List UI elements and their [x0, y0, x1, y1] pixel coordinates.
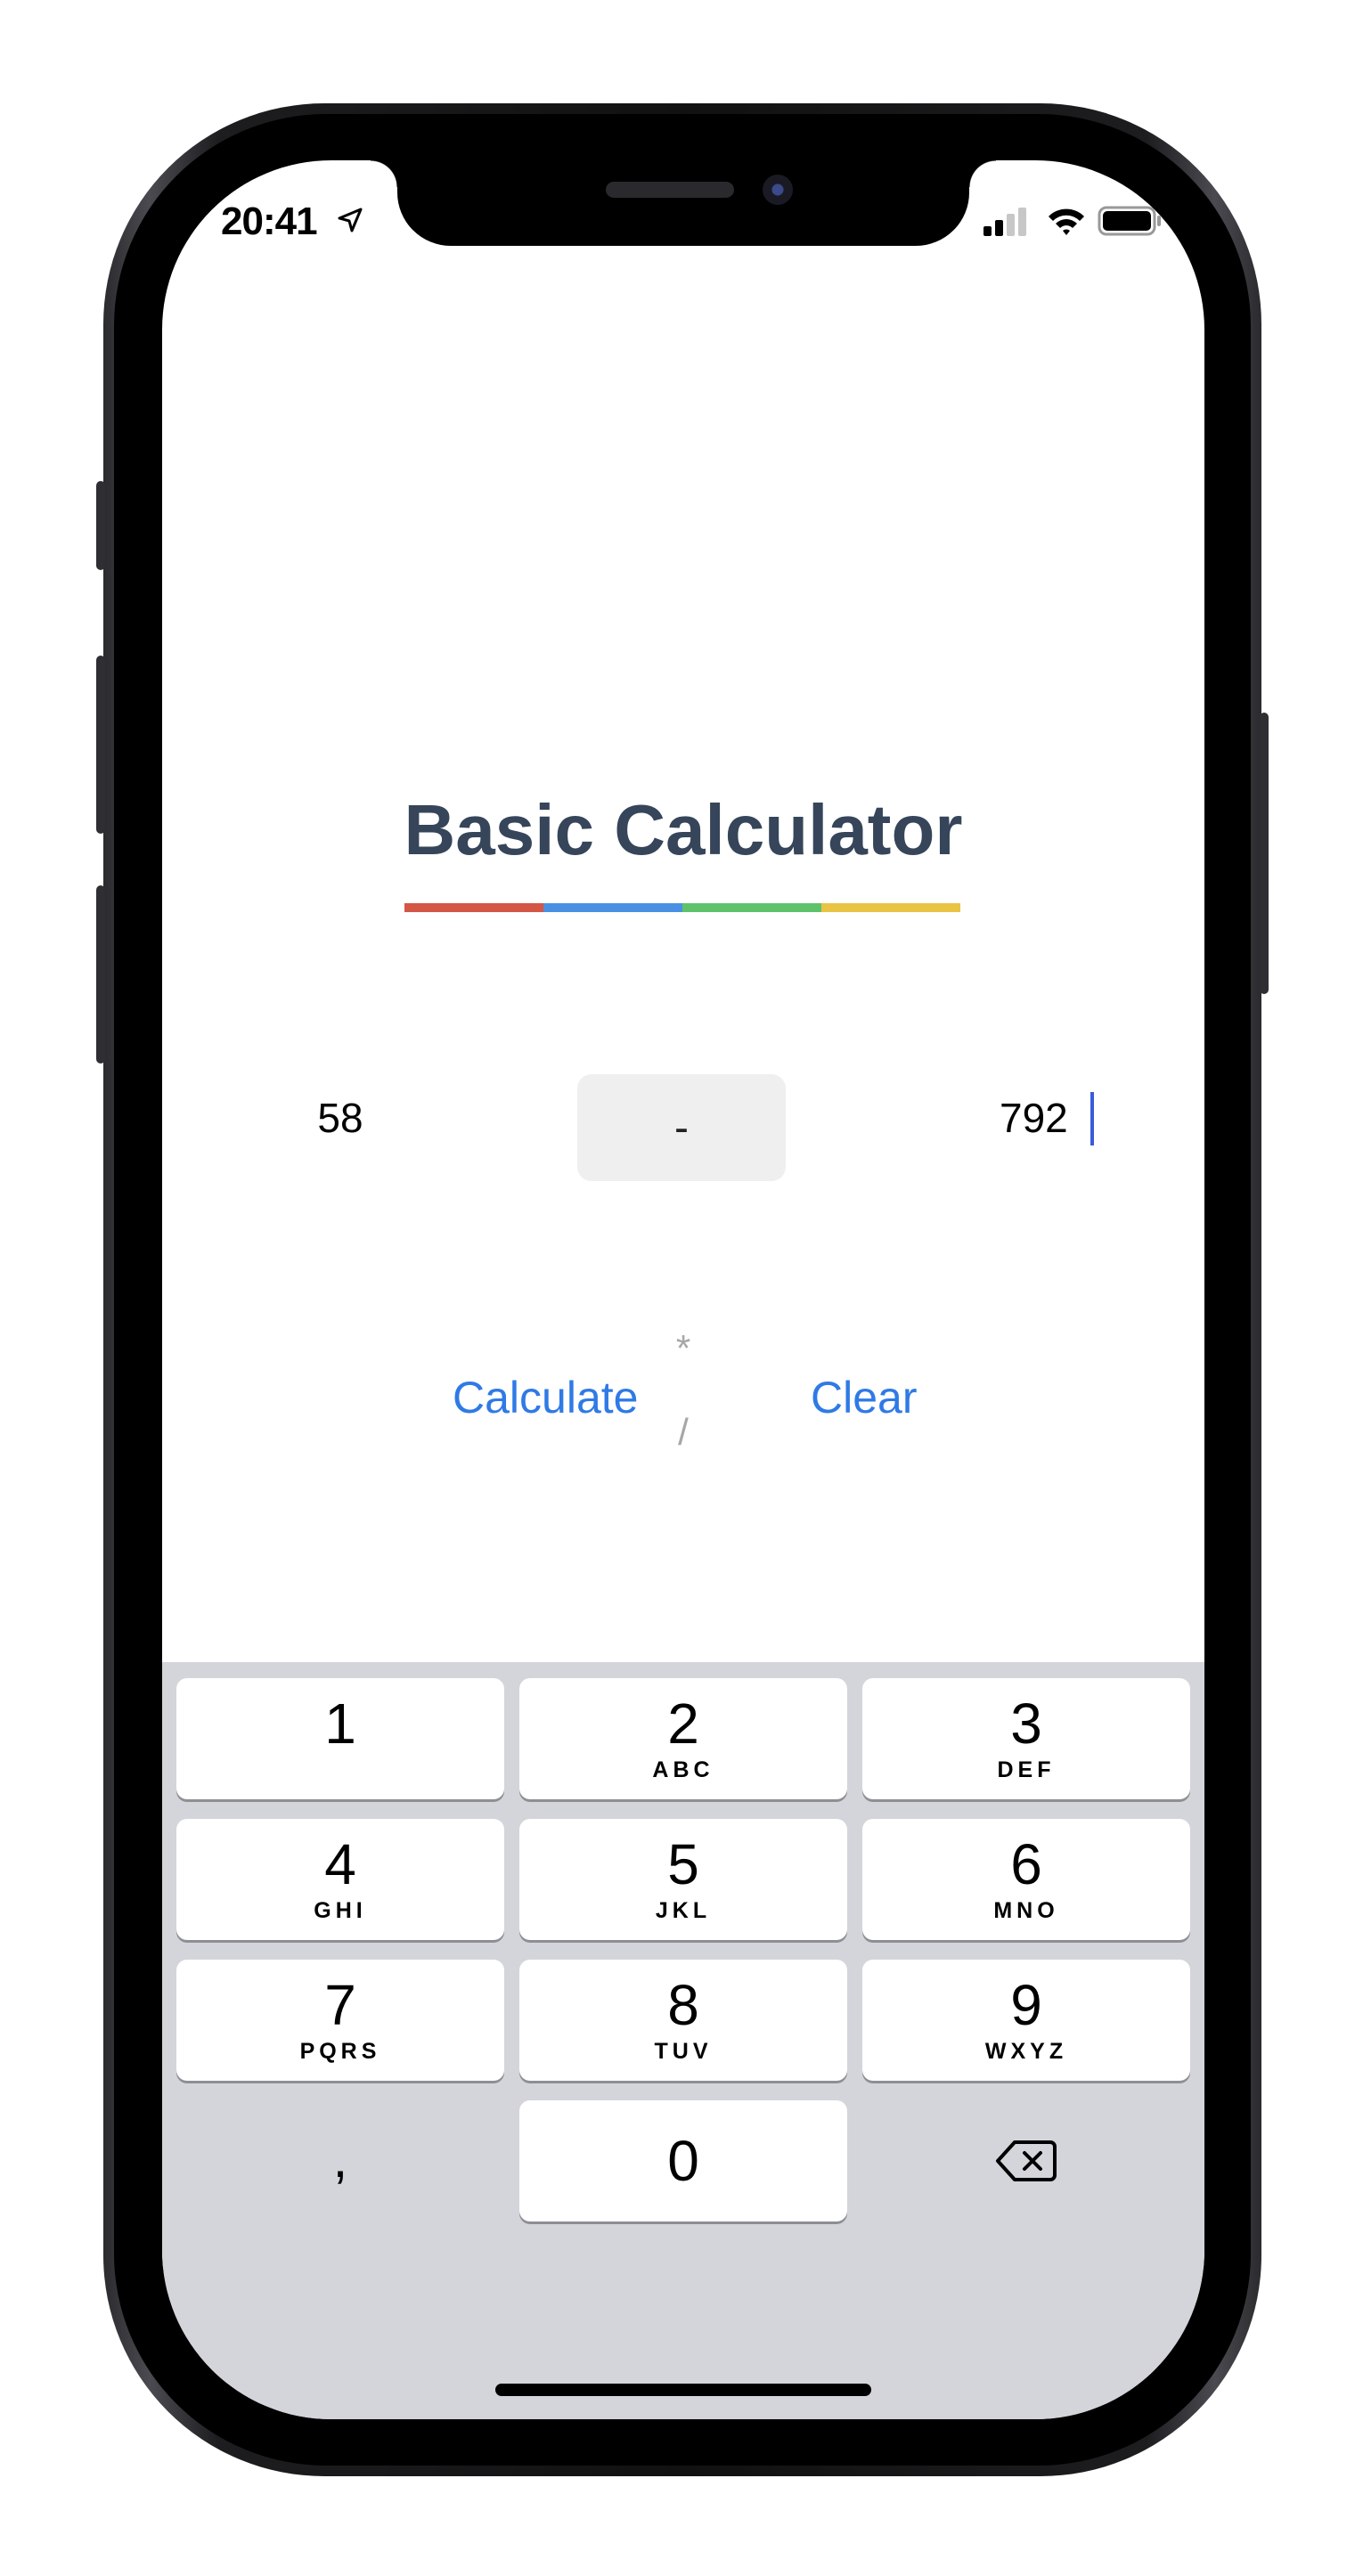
key-4[interactable]: 4 GHI: [176, 1819, 504, 1940]
key-8[interactable]: 8 TUV: [519, 1960, 847, 2081]
title-underline: [404, 903, 960, 912]
key-letters: PQRS: [299, 2039, 381, 2064]
key-5[interactable]: 5 JKL: [519, 1819, 847, 1940]
key-letters: TUV: [654, 2039, 713, 2064]
key-letters: MNO: [993, 1898, 1059, 1923]
key-comma[interactable]: ,: [176, 2100, 504, 2221]
earpiece-speaker: [606, 182, 734, 198]
key-digit: 6: [1010, 1832, 1042, 1896]
clear-button[interactable]: Clear: [811, 1372, 917, 1423]
status-time: 20:41: [221, 200, 318, 243]
key-digit: 7: [324, 1973, 356, 2037]
key-letters: ABC: [652, 1757, 714, 1782]
key-digit: 9: [1010, 1973, 1042, 2037]
underline-segment-yellow: [821, 903, 960, 912]
page-title: Basic Calculator: [404, 790, 963, 869]
front-camera: [763, 175, 793, 205]
key-1[interactable]: 1: [176, 1678, 504, 1799]
text-cursor: [1090, 1092, 1094, 1145]
underline-segment-blue: [543, 903, 682, 912]
first-number-input[interactable]: 58: [287, 1094, 394, 1142]
notch: [371, 160, 996, 246]
key-6[interactable]: 6 MNO: [862, 1819, 1190, 1940]
delete-left-icon: [996, 2140, 1057, 2181]
volume-down-button: [96, 885, 105, 1064]
key-letters: JKL: [655, 1898, 712, 1923]
underline-segment-green: [682, 903, 821, 912]
underline-segment-red: [404, 903, 543, 912]
power-button: [1260, 713, 1269, 994]
key-letters: DEF: [997, 1757, 1056, 1782]
key-0[interactable]: 0: [519, 2100, 847, 2221]
key-9[interactable]: 9 WXYZ: [862, 1960, 1190, 2081]
key-comma-label: ,: [332, 2128, 348, 2189]
operator-picker-selected[interactable]: -: [577, 1074, 786, 1181]
key-digit: 8: [667, 1973, 699, 2037]
key-digit: 5: [667, 1832, 699, 1896]
volume-up-button: [96, 656, 105, 834]
home-indicator[interactable]: [495, 2384, 871, 2396]
battery-icon: [1098, 206, 1161, 236]
key-digit: 2: [667, 1692, 699, 1756]
key-letters: GHI: [314, 1898, 367, 1923]
numeric-keypad: 1 2 ABC 3 DEF 4 GHI 5 JKL 6 MNO 7 PQRS 8: [162, 1662, 1204, 2419]
cellular-signal-icon: [983, 208, 1026, 236]
wifi-icon: [1049, 208, 1084, 235]
key-digit: 1: [324, 1692, 356, 1756]
key-2[interactable]: 2 ABC: [519, 1678, 847, 1799]
silent-switch: [96, 481, 105, 570]
operator-option-multiply[interactable]: *: [518, 1327, 848, 1370]
calculate-button[interactable]: Calculate: [453, 1372, 638, 1423]
location-arrow-icon: [338, 208, 363, 232]
key-3[interactable]: 3 DEF: [862, 1678, 1190, 1799]
phone-screen: 20:41 Basic Calculator 58 + - * / 792 Ca…: [162, 160, 1204, 2419]
key-digit: 0: [667, 2129, 699, 2193]
key-backspace[interactable]: [862, 2100, 1190, 2221]
key-7[interactable]: 7 PQRS: [176, 1960, 504, 2081]
key-letters: WXYZ: [984, 2039, 1068, 2064]
key-digit: 3: [1010, 1692, 1042, 1756]
key-digit: 4: [324, 1832, 356, 1896]
second-number-input[interactable]: 792: [1000, 1094, 1089, 1142]
